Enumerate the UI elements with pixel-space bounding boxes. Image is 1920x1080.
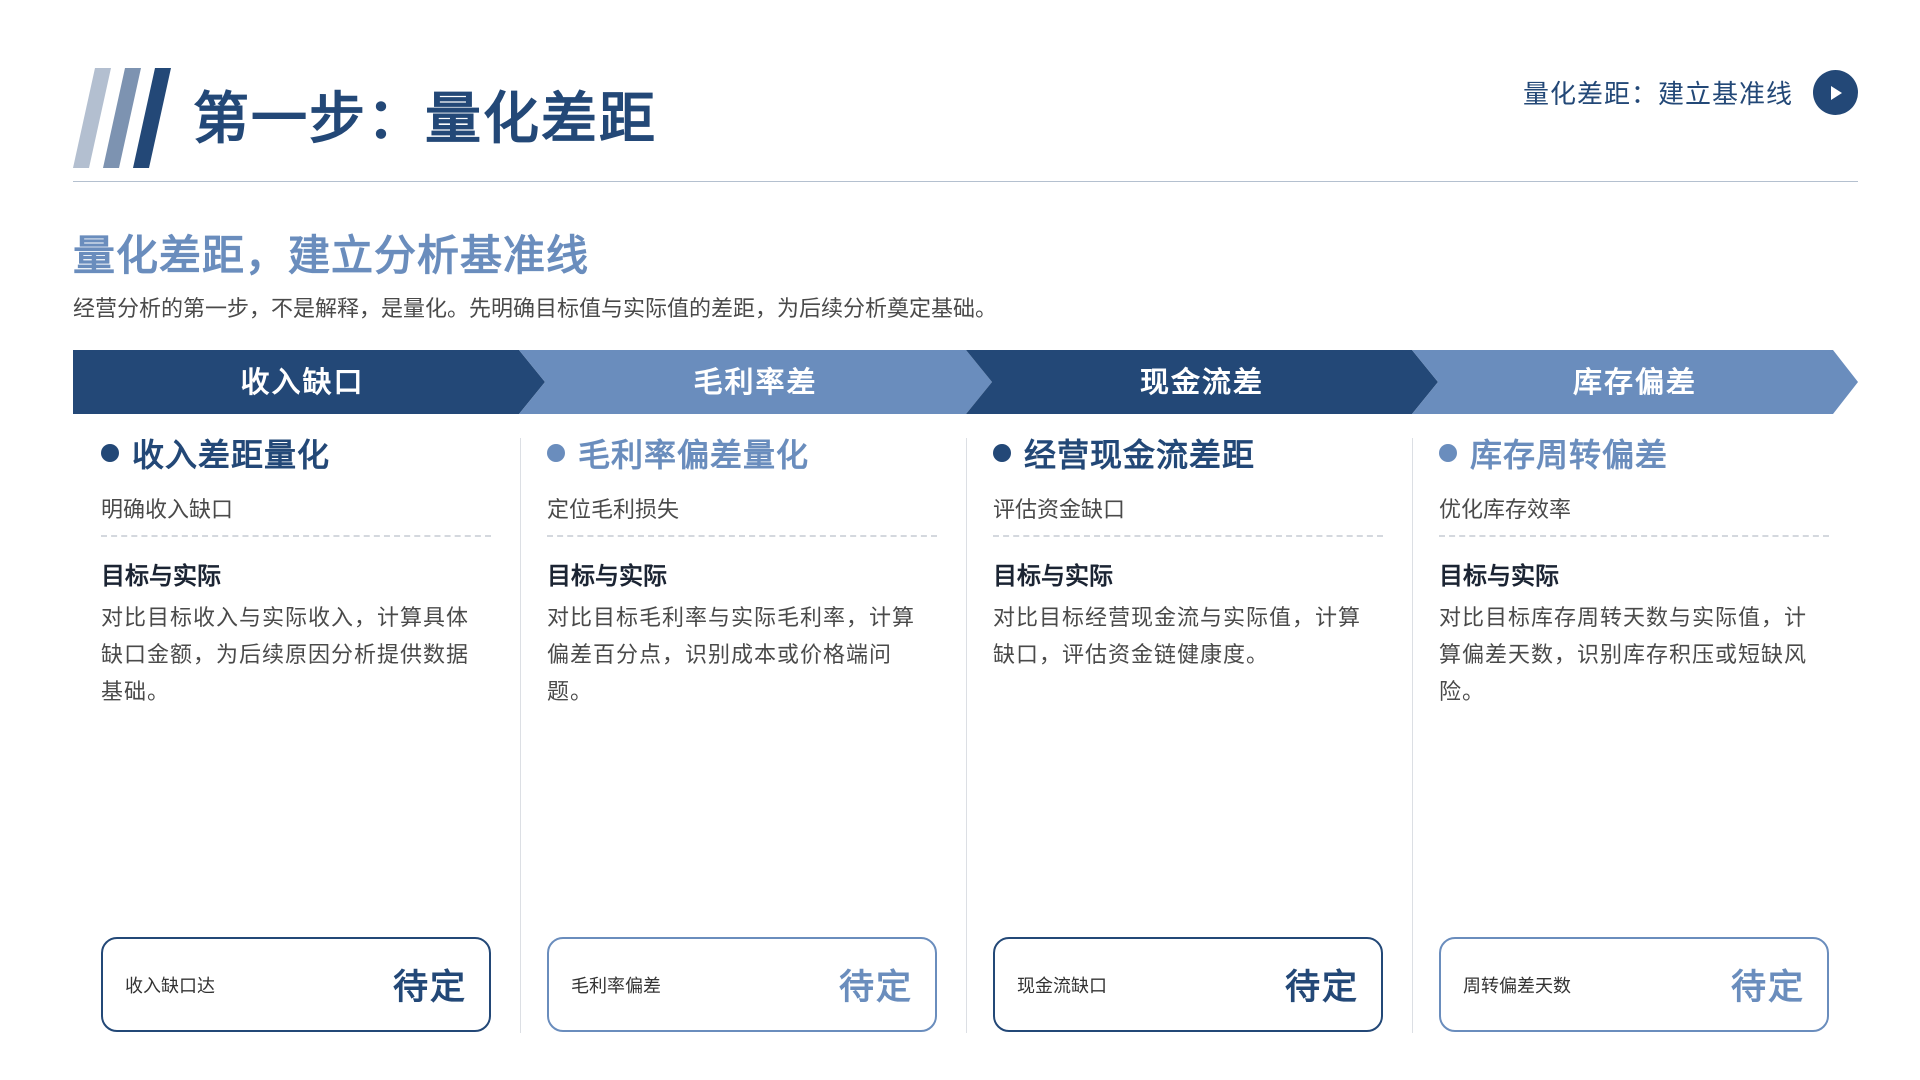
dashed-divider [101,535,491,537]
column-inventory: 库存周转偏差 优化库存效率 目标与实际 对比目标库存周转天数与实际值，计算偏差天… [1439,430,1829,1040]
dashed-divider [1439,535,1829,537]
column-margin: 毛利率偏差量化 定位毛利损失 目标与实际 对比目标毛利率与实际毛利率，计算偏差百… [547,430,937,1040]
column-label: 目标与实际 [101,562,221,590]
tab-inventory-gap[interactable]: 库存偏差 [1425,350,1845,414]
dashed-divider [993,535,1383,537]
column-subtitle: 定位毛利损失 [547,498,680,523]
column-subtitle: 明确收入缺口 [101,498,234,523]
column-revenue: 收入差距量化 明确收入缺口 目标与实际 对比目标收入与实际收入，计算具体缺口金额… [101,430,491,1040]
header-nav: 量化差距：建立基准线 [1523,70,1858,115]
column-label: 目标与实际 [1439,562,1559,590]
metric-name: 周转偏差天数 [1463,975,1571,997]
tab-margin-gap[interactable]: 毛利率差 [532,350,979,414]
column-title: 经营现金流差距 [1024,436,1256,474]
tab-revenue-gap[interactable]: 收入缺口 [73,350,532,414]
play-arrow-icon [1830,85,1842,100]
header-divider [73,181,1858,182]
column-body: 对比目标库存周转天数与实际值，计算偏差天数，识别库存积压或短缺风险。 [1439,606,1808,705]
column-subtitle: 评估资金缺口 [993,498,1126,523]
metric-card[interactable]: 周转偏差天数 待定 [1439,937,1829,1032]
column-label: 目标与实际 [547,562,667,590]
dashed-divider [547,535,937,537]
column-body: 对比目标收入与实际收入，计算具体缺口金额，为后续原因分析提供数据基础。 [101,606,470,705]
column-divider [520,438,521,1033]
column-title: 毛利率偏差量化 [578,436,810,474]
bullet-dot-icon [547,444,565,462]
column-title: 库存周转偏差 [1470,436,1669,474]
metric-value: 待定 [1730,968,1805,1008]
slash-logo-icon [73,68,171,168]
tab-cashflow-gap[interactable]: 现金流差 [979,350,1425,414]
next-button[interactable] [1813,70,1858,115]
column-heading: 毛利率偏差量化 [547,430,809,476]
column-heading: 经营现金流差距 [993,430,1255,476]
metric-card[interactable]: 毛利率偏差 待定 [547,937,937,1032]
page-title: 第一步：量化差距 [193,87,657,152]
metric-name: 收入缺口达 [125,975,215,997]
metric-card[interactable]: 收入缺口达 待定 [101,937,491,1032]
section-title: 量化差距，建立分析基准线 [73,231,590,280]
nav-text[interactable]: 量化差距：建立基准线 [1523,74,1793,111]
metric-name: 毛利率偏差 [571,975,661,997]
bullet-dot-icon [101,444,119,462]
column-body: 对比目标毛利率与实际毛利率，计算偏差百分点，识别成本或价格端问题。 [547,606,916,705]
column-label: 目标与实际 [993,562,1113,590]
column-cashflow: 经营现金流差距 评估资金缺口 目标与实际 对比目标经营现金流与实际值，计算缺口，… [993,430,1383,1040]
bullet-dot-icon [1439,444,1457,462]
metric-value: 待定 [1284,968,1359,1008]
column-body: 对比目标经营现金流与实际值，计算缺口，评估资金链健康度。 [993,606,1362,668]
metric-value: 待定 [392,968,467,1008]
column-divider [966,438,967,1033]
metric-name: 现金流缺口 [1017,975,1107,997]
bullet-dot-icon [993,444,1011,462]
column-divider [1412,438,1413,1033]
column-subtitle: 优化库存效率 [1439,498,1572,523]
header: 第一步：量化差距 量化差距：建立基准线 [73,66,1858,186]
metric-value: 待定 [838,968,913,1008]
step-ribbon: 收入缺口 毛利率差 现金流差 库存偏差 [73,350,1858,414]
metric-card[interactable]: 现金流缺口 待定 [993,937,1383,1032]
column-title: 收入差距量化 [132,436,331,474]
column-heading: 收入差距量化 [101,430,330,476]
section-description: 经营分析的第一步，不是解释，是量化。先明确目标值与实际值的差距，为后续分析奠定基… [73,297,998,322]
column-heading: 库存周转偏差 [1439,430,1668,476]
